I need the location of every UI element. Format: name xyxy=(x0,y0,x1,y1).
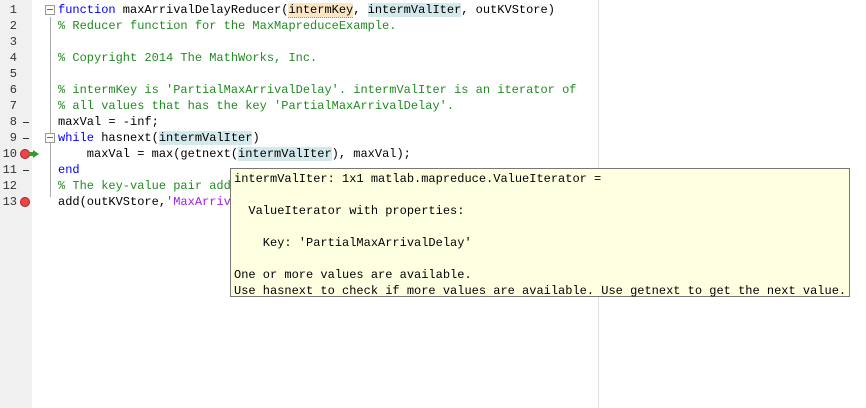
executable-line-marker[interactable] xyxy=(23,138,29,139)
code-token: intermValIter xyxy=(158,131,253,145)
fold-toggle-icon[interactable] xyxy=(45,133,55,143)
code-token: ) xyxy=(252,131,260,145)
code-token: function xyxy=(58,3,116,17)
code-token: % intermKey is 'PartialMaxArrivalDelay'.… xyxy=(58,83,577,97)
code-token: , outKVStore) xyxy=(461,3,555,17)
executable-line-marker[interactable] xyxy=(23,122,29,123)
tooltip-line: One or more values are available. xyxy=(234,268,472,282)
tooltip-line: Use hasnext to check if more values are … xyxy=(234,284,847,298)
code-token: % Reducer function for the MaxMapreduceE… xyxy=(58,19,397,33)
code-line[interactable]: 10 maxVal = max(getnext(intermValIter), … xyxy=(0,146,598,162)
code-line[interactable]: 8 maxVal = -inf; xyxy=(0,114,598,130)
line-number: 10 xyxy=(2,147,17,161)
tooltip-line xyxy=(234,251,846,267)
tooltip-line: ValueIterator with properties: xyxy=(234,204,465,218)
code-text: % intermKey is 'PartialMaxArrivalDelay'.… xyxy=(58,82,576,98)
code-line[interactable]: 9 while hasnext(intermValIter) xyxy=(0,130,598,146)
executable-line-marker[interactable] xyxy=(23,170,29,171)
code-text: function maxArrivalDelayReducer(intermKe… xyxy=(58,2,555,18)
code-token: hasnext( xyxy=(94,131,159,145)
line-number: 9 xyxy=(9,131,17,145)
code-token: intermValIter xyxy=(367,3,462,17)
code-token: ), maxVal); xyxy=(331,147,411,161)
code-text: % all values that has the key 'PartialMa… xyxy=(58,98,454,114)
code-token: maxArrivalDelayReducer( xyxy=(115,3,289,17)
line-number: 1 xyxy=(9,3,17,17)
code-token: % Copyright 2014 The MathWorks, Inc. xyxy=(58,51,318,65)
line-number: 8 xyxy=(9,115,17,129)
code-token: while xyxy=(58,131,95,145)
code-text: % Copyright 2014 The MathWorks, Inc. xyxy=(58,50,317,66)
code-text: % The key-value pair add xyxy=(58,178,231,194)
code-text: while hasnext(intermValIter) xyxy=(58,130,260,146)
code-token: % all values that has the key 'PartialMa… xyxy=(58,99,455,113)
code-line[interactable]: 2 % Reducer function for the MaxMapreduce… xyxy=(0,18,598,34)
code-text: maxVal = max(getnext(intermValIter), max… xyxy=(58,146,411,162)
line-number: 4 xyxy=(9,51,17,65)
line-number: 6 xyxy=(9,83,17,97)
code-token: add(outKVStore, xyxy=(58,195,167,209)
code-token: maxVal = -inf; xyxy=(58,115,159,129)
code-line[interactable]: 1 function maxArrivalDelayReducer(intermK… xyxy=(0,2,598,18)
code-token: maxVal = max(getnext( xyxy=(58,147,239,161)
line-number: 11 xyxy=(2,163,17,177)
code-text: % Reducer function for the MaxMapreduceE… xyxy=(58,18,396,34)
line-number: 3 xyxy=(9,35,17,49)
code-token: % The key-value pair add xyxy=(58,179,231,193)
code-line[interactable]: 3 xyxy=(0,34,598,50)
line-number: 7 xyxy=(9,99,17,113)
code-line[interactable]: 6 % intermKey is 'PartialMaxArrivalDelay'… xyxy=(0,82,598,98)
line-number: 12 xyxy=(2,179,17,193)
code-text: add(outKVStore,'MaxArriv xyxy=(58,194,231,210)
breakpoint-icon[interactable] xyxy=(20,197,30,207)
code-line[interactable]: 7 % all values that has the key 'PartialM… xyxy=(0,98,598,114)
datatip-tooltip: intermValIter: 1x1 matlab.mapreduce.Valu… xyxy=(230,168,850,298)
tooltip-line: intermValIter: 1x1 matlab.mapreduce.Valu… xyxy=(234,172,602,186)
code-line[interactable]: 5 xyxy=(0,66,598,82)
code-line[interactable]: 4 % Copyright 2014 The MathWorks, Inc. xyxy=(0,50,598,66)
code-token: 'MaxArriv xyxy=(166,195,231,209)
line-number: 2 xyxy=(9,19,17,33)
tooltip-line xyxy=(234,219,846,235)
fold-toggle-icon[interactable] xyxy=(45,5,55,15)
code-token: end xyxy=(58,163,80,177)
code-text: maxVal = -inf; xyxy=(58,114,159,130)
code-token: , xyxy=(353,3,368,17)
code-token: intermKey xyxy=(288,3,354,18)
tooltip-line xyxy=(234,187,846,203)
code-token: intermValIter xyxy=(238,147,332,161)
line-number: 13 xyxy=(2,195,17,209)
current-line-arrow-icon xyxy=(29,150,39,158)
tooltip-line: Key: 'PartialMaxArrivalDelay' xyxy=(234,236,472,250)
line-number: 5 xyxy=(9,67,17,81)
code-text: end xyxy=(58,162,80,178)
